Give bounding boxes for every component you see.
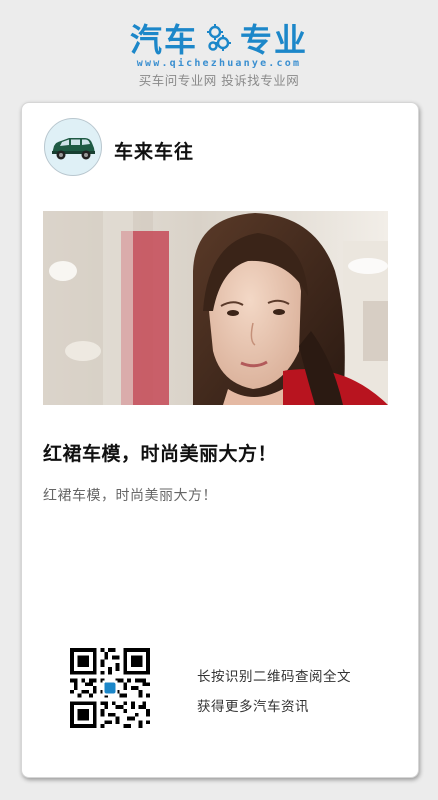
brand-url[interactable]: www.qichezhuanye.com: [0, 58, 438, 69]
brand-word-right: 专业: [240, 21, 309, 59]
author-name[interactable]: 车来车往: [114, 137, 194, 164]
gear-icon: [206, 22, 232, 54]
article-headline[interactable]: 红裙车模，时尚美丽大方！: [43, 439, 277, 466]
article-summary: 红裙车模，时尚美丽大方！: [43, 488, 217, 504]
qr-instruction: 长按识别二维码查阅全文: [197, 669, 351, 685]
qr-subtext: 获得更多汽车资讯: [197, 699, 309, 715]
article-card: 车来车往 红裙车模，时尚美丽大方！ 红裙车模，时尚美丽大方！ 长按识别二维码查阅…: [21, 102, 419, 778]
qr-code-icon[interactable]: [70, 648, 150, 728]
author-avatar[interactable]: [44, 118, 102, 176]
brand-logo: 汽车 专业: [0, 18, 438, 59]
brand-slogan: 买车问专业网 投诉找专业网: [138, 73, 300, 88]
car-icon: [47, 121, 99, 173]
brand-header: 汽车 专业 www.qichezhuanye.com 买车问专业网 投诉找专业网: [0, 18, 438, 89]
brand-word-left: 汽车: [129, 21, 198, 59]
article-photo[interactable]: [43, 211, 388, 405]
